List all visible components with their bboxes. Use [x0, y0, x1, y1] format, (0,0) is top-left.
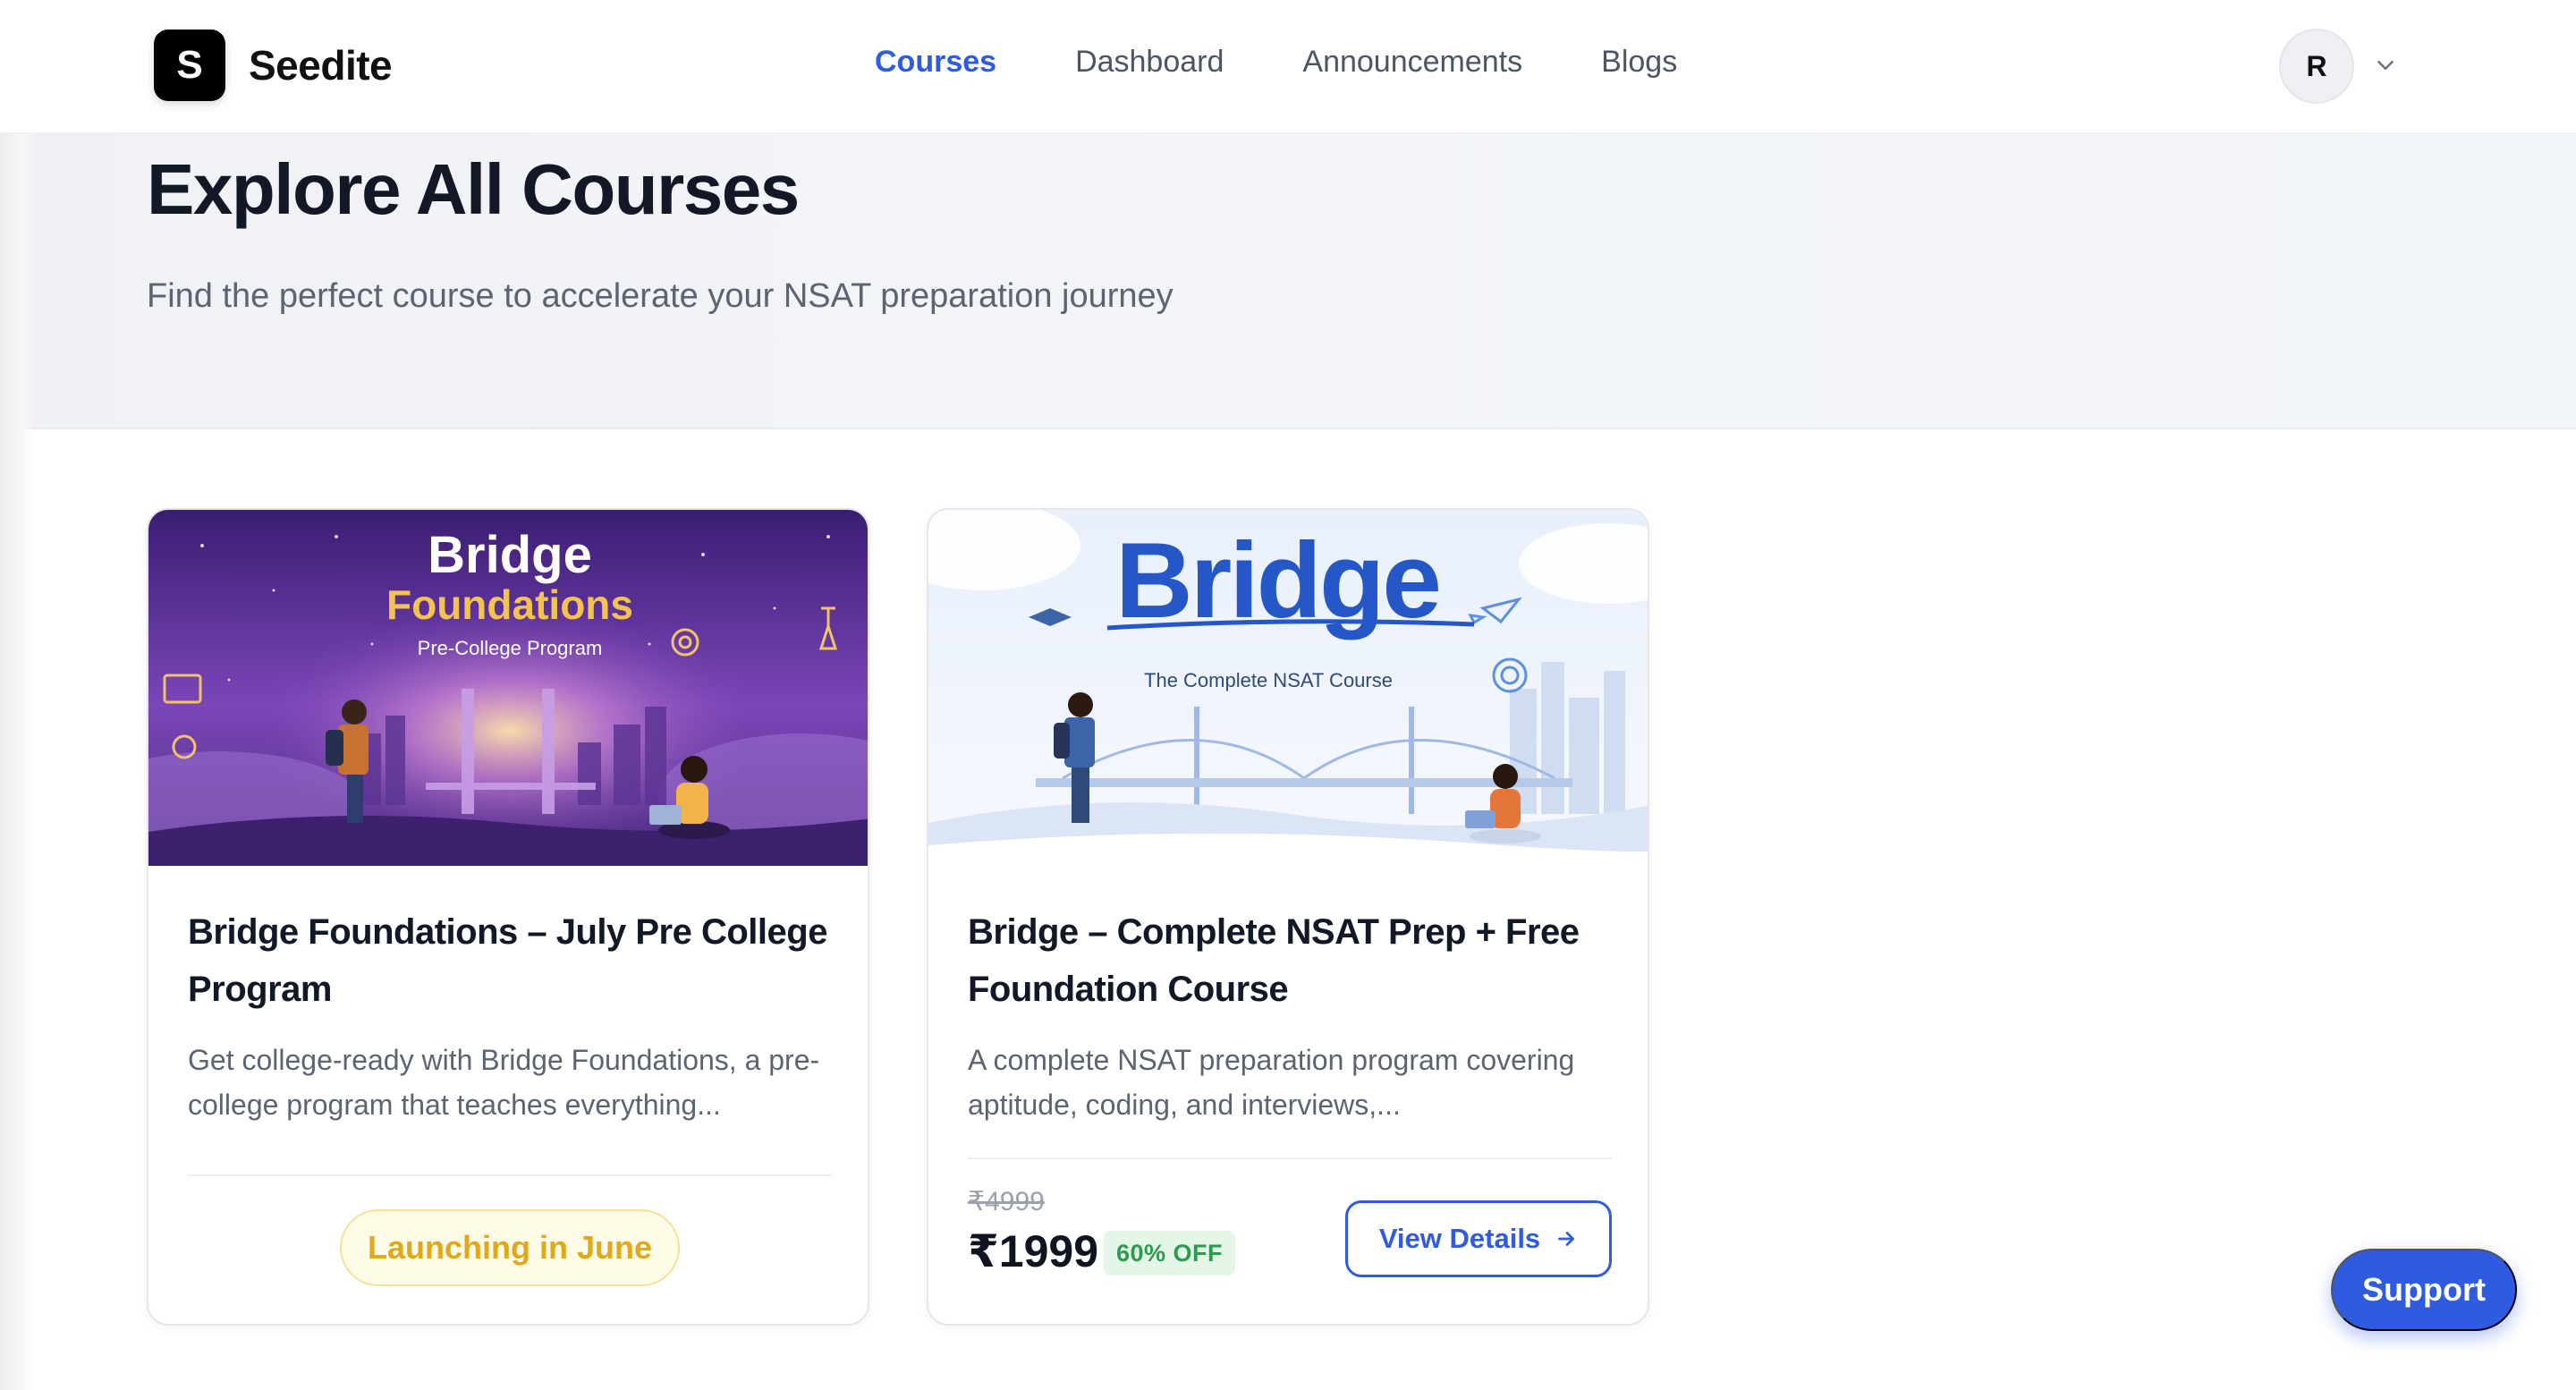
discount-badge: 60% OFF — [1104, 1231, 1236, 1276]
current-price: ₹1999 — [968, 1226, 1099, 1276]
view-details-button[interactable]: View Details — [1345, 1200, 1612, 1277]
brand-name: Seedite — [249, 42, 393, 89]
course-card[interactable]: Bridge Foundations Pre-College Program B… — [147, 508, 869, 1326]
course-card[interactable]: Bridge The Complete NSAT Course Bridge –… — [927, 508, 1649, 1326]
brand-logo[interactable]: S Seedite — [154, 30, 393, 101]
page: S Seedite Courses Dashboard Announcement… — [0, 0, 2576, 1390]
nav-dashboard[interactable]: Dashboard — [1075, 45, 1224, 80]
nav-announcements[interactable]: Announcements — [1302, 45, 1522, 80]
course-title[interactable]: Bridge Foundations – July Pre College Pr… — [188, 903, 832, 1018]
nav-courses[interactable]: Courses — [875, 45, 996, 80]
card-divider — [188, 1174, 832, 1176]
logo-icon: S — [154, 30, 225, 101]
banner-title: Bridge — [428, 526, 592, 584]
nav-blogs[interactable]: Blogs — [1601, 45, 1677, 80]
navbar: S Seedite Courses Dashboard Announcement… — [0, 0, 2576, 134]
card-divider — [968, 1157, 1612, 1159]
view-details-label: View Details — [1378, 1223, 1541, 1254]
banner-tagline: Pre-College Program — [418, 637, 603, 659]
hero-section: Explore All Courses Find the perfect cou… — [0, 134, 2576, 429]
course-banner-image: Bridge The Complete NSAT Course — [928, 510, 1648, 866]
chevron-down-icon[interactable] — [2372, 52, 2399, 79]
user-avatar[interactable]: R — [2279, 29, 2354, 104]
launch-status-badge: Launching in June — [340, 1209, 680, 1286]
course-banner-image: Bridge Foundations Pre-College Program — [148, 510, 868, 866]
page-subtitle: Find the perfect course to accelerate yo… — [147, 277, 1174, 315]
arrow-right-icon — [1558, 1232, 1575, 1246]
page-title: Explore All Courses — [147, 149, 800, 229]
course-title[interactable]: Bridge – Complete NSAT Prep + Free Found… — [968, 903, 1612, 1018]
banner-subtitle: Foundations — [386, 581, 633, 628]
support-button[interactable]: Support — [2331, 1249, 2517, 1331]
main-nav: Courses Dashboard Announcements Blogs — [875, 45, 1677, 80]
course-description: A complete NSAT preparation program cove… — [968, 1044, 1575, 1121]
banner-tagline: The Complete NSAT Course — [1144, 669, 1393, 691]
original-price: ₹4999 — [968, 1187, 1045, 1216]
left-edge-shadow — [0, 0, 36, 1390]
course-description: Get college-ready with Bridge Foundation… — [188, 1044, 820, 1121]
